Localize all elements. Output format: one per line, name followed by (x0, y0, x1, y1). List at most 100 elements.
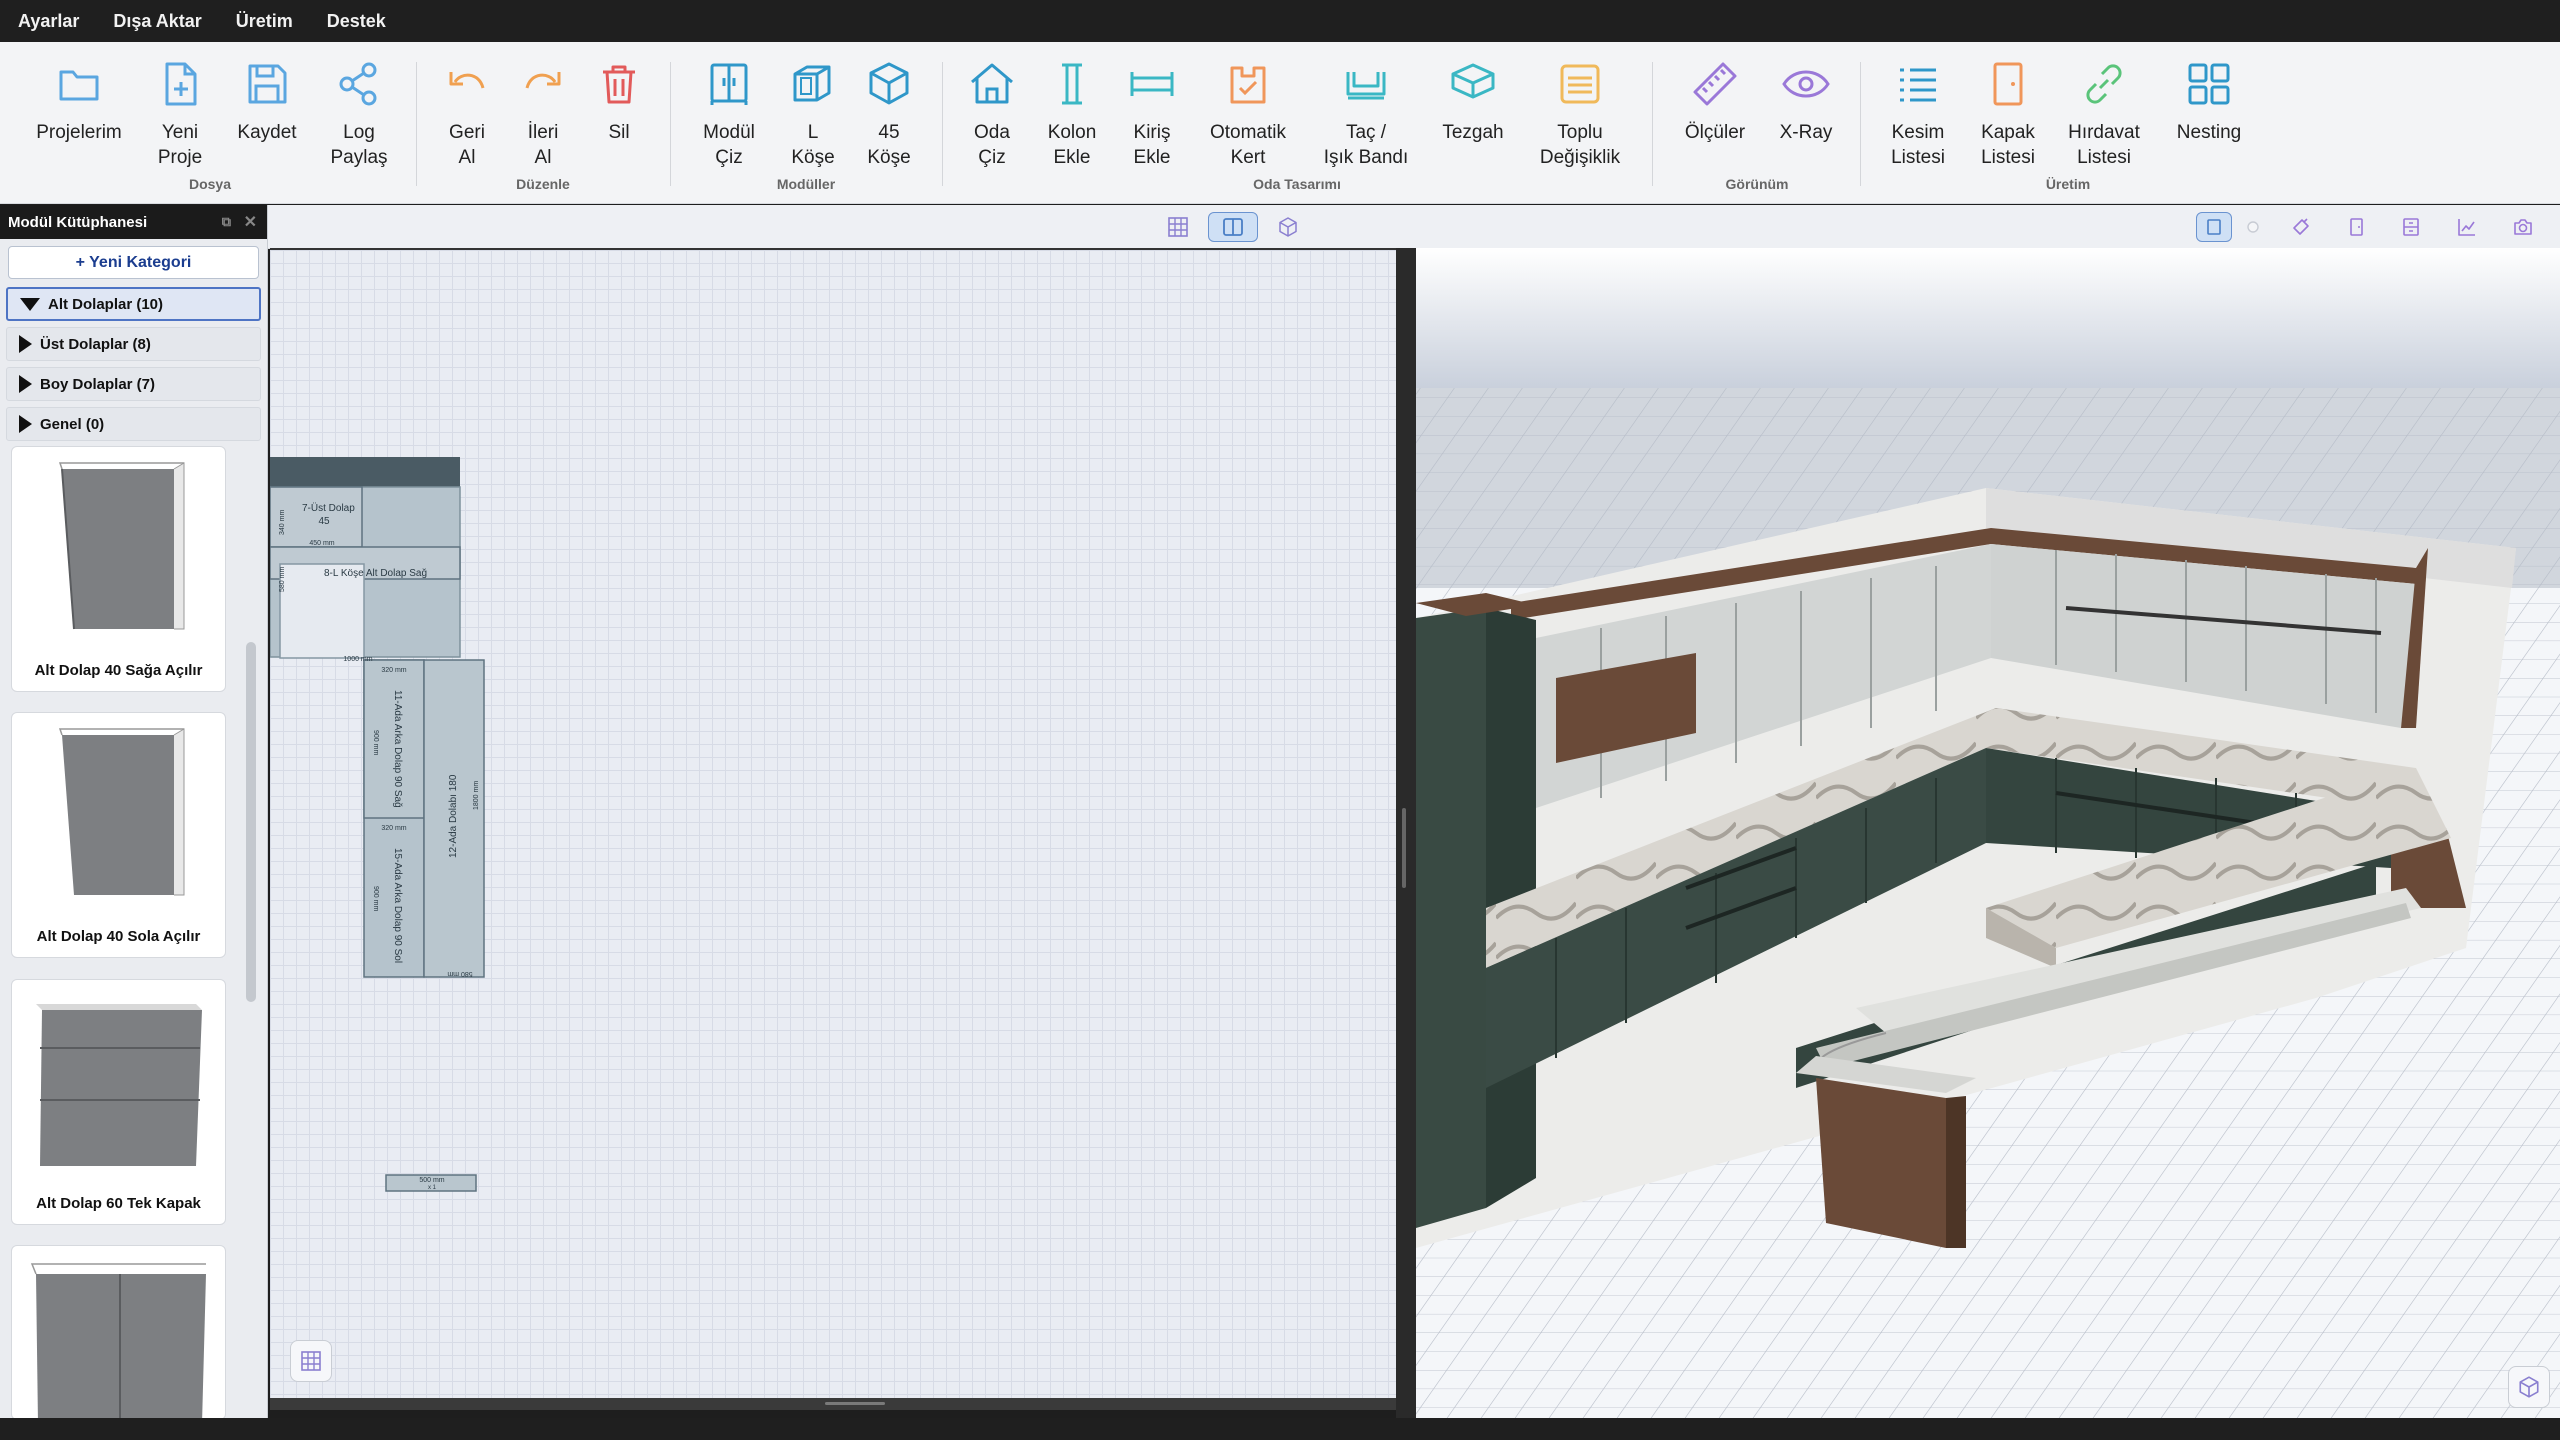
log-paylas-label: Log Paylaş (330, 122, 388, 168)
tezgah-button[interactable]: Tezgah (1434, 58, 1512, 208)
category-label: Boy Dolaplar (7) (40, 375, 156, 393)
select-icon (2207, 219, 2221, 235)
chevron-right-icon (19, 415, 32, 433)
menu-destek[interactable]: Destek (327, 11, 386, 32)
new-file-icon (165, 62, 197, 106)
module-card-label: Alt Dolap 40 Sola Açılır (36, 928, 201, 945)
countertop-icon (1451, 63, 1495, 99)
panel-header: Modül Kütüphanesi ⧉ ✕ (0, 205, 267, 239)
plan-dim: 1000 mm (343, 656, 372, 663)
split-view-icon (1223, 218, 1243, 236)
plan-label-ust-dolap-n: 45 (318, 516, 330, 527)
split-divider[interactable] (1396, 248, 1416, 1418)
column-icon (1062, 63, 1082, 105)
modul-ciz-button[interactable]: Modül Çiz (690, 58, 768, 208)
chevron-right-icon (19, 335, 32, 353)
plan-dim: 320 mm (381, 825, 406, 832)
beam-icon (1130, 72, 1174, 96)
plan-dim: 900 mm (372, 730, 379, 755)
save-icon (248, 64, 287, 104)
projelerim-button[interactable]: Projelerim (34, 58, 124, 208)
kapak-listesi-label: Kapak Listesi (1981, 122, 2035, 168)
module-card[interactable] (11, 1245, 226, 1420)
new-category-button[interactable]: + Yeni Kategori (8, 246, 259, 279)
wall (270, 457, 460, 487)
paint-icon (2293, 218, 2309, 235)
split-view-button[interactable] (1208, 212, 1258, 242)
pin-icon[interactable]: ⧉ (222, 214, 231, 230)
oda-ciz-button[interactable]: Oda Çiz (956, 58, 1028, 208)
category-genel[interactable]: Genel (0) (6, 407, 261, 441)
paint-tool-button[interactable] (2284, 212, 2318, 242)
45-kose-button[interactable]: 45 Köşe (852, 58, 926, 208)
grid-toggle-button[interactable] (290, 1340, 332, 1382)
cube-icon (1279, 217, 1297, 237)
nesting-button[interactable]: Nesting (2164, 58, 2254, 208)
kaydet-label: Kaydet (237, 122, 297, 143)
door-icon (1993, 62, 2023, 106)
toplu-degisiklik-button[interactable]: Toplu Değişiklik (1530, 58, 1630, 208)
hirdavat-listesi-label: Hırdavat Listesi (2068, 122, 2140, 168)
kolon-ekle-button[interactable]: Kolon Ekle (1036, 58, 1108, 208)
log-paylas-button[interactable]: Log Paylaş (318, 58, 400, 208)
floor-plan-drawing: 7-Üst Dolap 45 450 mm 340 mm 580 mm 8-L … (269, 457, 485, 1192)
plan-label-ada15: 15-Ada Arka Dolap 90 Sol (392, 848, 403, 963)
menu-ayarlar[interactable]: Ayarlar (18, 11, 79, 32)
trash-icon (603, 65, 635, 104)
3d-reset-view-button[interactable] (2508, 1366, 2550, 1408)
category-boy-dolaplar[interactable]: Boy Dolaplar (7) (6, 367, 261, 401)
kapak-listesi-button[interactable]: Kapak Listesi (1968, 58, 2048, 208)
toplu-degisiklik-label: Toplu Değişiklik (1539, 122, 1621, 168)
select-tool-button[interactable] (2196, 212, 2232, 242)
plan-dim: 340 mm (279, 510, 286, 535)
category-label: Alt Dolaplar (10) (48, 295, 164, 313)
separator (1652, 62, 1653, 186)
menu-disa-aktar[interactable]: Dışa Aktar (113, 11, 201, 32)
plan-horizontal-scrollbar[interactable] (270, 1398, 1396, 1410)
plan-label-l-kose: 8-L Köşe Alt Dolap Sağ (324, 568, 427, 579)
modul-ciz-label: Modül Çiz (703, 122, 755, 168)
drawer-tool-button[interactable] (2394, 212, 2428, 242)
module-card[interactable]: Alt Dolap 60 Tek Kapak (11, 979, 226, 1225)
l-kose-label: L Köşe (791, 122, 835, 168)
chart-tool-button[interactable] (2450, 212, 2484, 242)
3d-view-button[interactable] (1263, 212, 1313, 242)
sil-button[interactable]: Sil (584, 58, 654, 208)
category-ust-dolaplar[interactable]: Üst Dolaplar (8) (6, 327, 261, 361)
door-tool-button[interactable] (2339, 212, 2373, 242)
geri-al-button[interactable]: Geri Al (432, 58, 502, 208)
link-icon (2086, 64, 2122, 104)
close-icon[interactable]: ✕ (244, 212, 257, 232)
ribbon-toolbar: Projelerim Yeni Proje Kaydet Log Paylaş … (0, 42, 2560, 204)
menu-bar: Ayarlar Dışa Aktar Üretim Destek (0, 0, 2560, 42)
separator (942, 62, 943, 186)
3d-view[interactable] (1416, 248, 2560, 1418)
kesim-listesi-button[interactable]: Kesim Listesi (1876, 58, 1960, 208)
bulk-edit-icon (1560, 64, 1600, 104)
projelerim-label: Projelerim (36, 122, 122, 143)
2d-plan-view[interactable]: 7-Üst Dolap 45 450 mm 340 mm 580 mm 8-L … (269, 248, 1396, 1398)
chart-icon (2458, 219, 2475, 236)
kiris-ekle-label: Kiriş Ekle (1133, 122, 1171, 168)
category-alt-dolaplar[interactable]: Alt Dolaplar (10) (6, 287, 261, 321)
plan-dim: 580 mm (447, 970, 472, 977)
ruler-icon (1693, 62, 1737, 106)
home-icon (971, 63, 1013, 104)
kiris-ekle-button[interactable]: Kiriş Ekle (1116, 58, 1188, 208)
menu-uretim[interactable]: Üretim (236, 11, 293, 32)
light-tool-button[interactable] (2238, 212, 2268, 242)
share-icon (339, 62, 377, 106)
module-card[interactable]: Alt Dolap 40 Sola Açılır (11, 712, 226, 958)
kaydet-button[interactable]: Kaydet (228, 58, 306, 208)
cabinet-thumbnail (36, 1004, 202, 1166)
module-card[interactable]: Alt Dolap 40 Sağa Açılır (11, 446, 226, 692)
door-icon (2350, 218, 2363, 236)
camera-button[interactable] (2506, 212, 2540, 242)
kolon-ekle-label: Kolon Ekle (1047, 122, 1097, 168)
sidebar-scrollbar[interactable] (246, 642, 256, 1002)
plan-label-ada11: 11-Ada Arka Dolap 90 Sağ (392, 690, 403, 808)
kesim-listesi-label: Kesim Listesi (1891, 122, 1945, 168)
plan-dim: 900 mm (372, 886, 379, 911)
2d-view-button[interactable] (1153, 212, 1203, 242)
plan-dim: 1800 mm (473, 781, 480, 810)
